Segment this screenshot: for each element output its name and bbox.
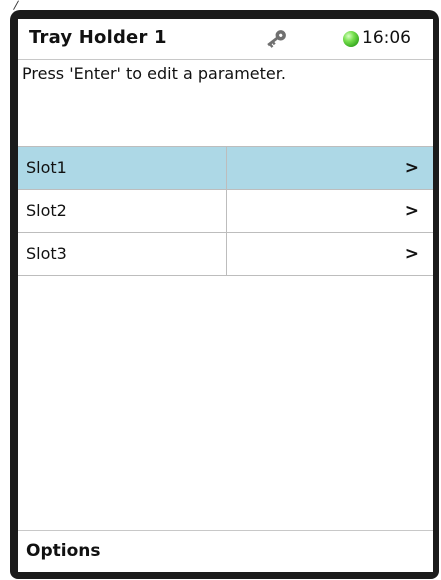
footer-bar: Options [18,530,433,572]
options-button[interactable]: Options [26,541,100,561]
list-item-label: Slot3 [18,233,227,275]
chevron-right-icon: > [404,244,419,264]
chevron-right-icon: > [404,158,419,178]
chevron-right-icon: > [404,201,419,221]
device-frame: Tray Holder 1 16:06 Press 'Enter' to edi… [10,10,439,579]
page-title: Tray Holder 1 [29,27,167,48]
list-item-label: Slot1 [18,147,227,189]
status-led-icon [343,31,359,47]
page: / Tray Holder 1 16:06 Press 'Enter' to e… [0,0,441,580]
list-item-slot3[interactable]: Slot3 > [18,233,433,276]
list-item-label: Slot2 [18,190,227,232]
list-item-slot1[interactable]: Slot1 > [18,147,433,190]
list-item-slot2[interactable]: Slot2 > [18,190,433,233]
instruction-text: Press 'Enter' to edit a parameter. [22,64,286,83]
clock-time: 16:06 [362,28,411,48]
slot-list: Slot1 > Slot2 > Slot3 > [18,146,433,276]
key-icon [267,30,286,48]
screen: Tray Holder 1 16:06 Press 'Enter' to edi… [18,19,433,572]
header-bar: Tray Holder 1 16:06 [18,19,433,60]
